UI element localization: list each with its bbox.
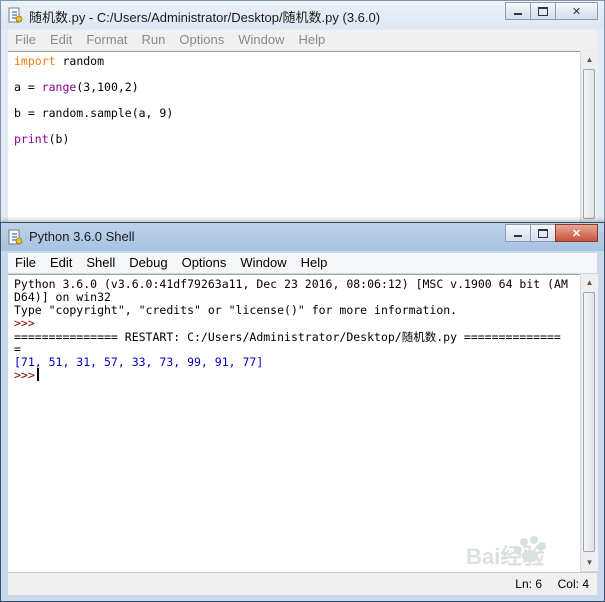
editor-window: 随机数.py - C:/Users/Administrator/Desktop/… [0,0,605,240]
shell-prompt: >>> [14,368,35,382]
code-text: (3,100,2) [76,80,139,94]
code-line: print(b) [14,132,69,146]
shell-titlebar[interactable]: Python 3.6.0 Shell ✕ [1,223,604,251]
menu-options[interactable]: Options [172,30,231,50]
editor-code-area[interactable]: import random a = range(3,100,2) b = ran… [8,51,580,240]
shell-output-area[interactable]: Python 3.6.0 (v3.6.0:41df79263a11, Dec 2… [8,274,580,572]
builtin-print: print [14,132,49,146]
menu-run[interactable]: Run [135,30,173,50]
code-text: random [55,54,105,68]
maximize-icon [538,228,548,238]
shell-scrollbar[interactable]: ▲ ▼ [580,274,598,571]
restart-line: =============== RESTART: C:/Users/Admini… [14,330,561,344]
menu-help[interactable]: Help [294,253,335,273]
python-shell-icon [8,229,23,245]
input-line[interactable]: >>> [14,368,39,382]
shell-window-controls: ✕ [505,224,598,242]
banner-line: Type "copyright", "credits" or "license(… [14,303,458,317]
shell-prompt: >>> [14,316,35,330]
menu-window[interactable]: Window [231,30,291,50]
menu-edit[interactable]: Edit [43,253,79,273]
shell-menubar: File Edit Shell Debug Options Window Hel… [8,253,597,273]
scroll-up-icon[interactable]: ▲ [581,51,598,68]
menu-help[interactable]: Help [291,30,332,50]
baidu-watermark-logo: Bai经验 [466,536,546,569]
menu-edit[interactable]: Edit [43,30,79,50]
program-output: [71, 51, 31, 57, 33, 73, 99, 91, 77] [14,355,264,369]
menu-format[interactable]: Format [79,30,134,50]
menu-shell[interactable]: Shell [79,253,122,273]
editor-window-controls: ✕ [505,2,598,20]
menu-window[interactable]: Window [233,253,293,273]
maximize-button[interactable] [530,224,556,242]
editor-title: 随机数.py - C:/Users/Administrator/Desktop/… [29,10,381,25]
code-line: b = random.sample(a, 9) [14,106,173,120]
minimize-button[interactable] [505,224,531,242]
close-icon: ✕ [571,5,582,18]
minimize-icon [514,13,522,15]
code-line: a = range(3,100,2) [14,80,139,94]
scroll-up-icon[interactable]: ▲ [581,274,598,291]
builtin-range: range [41,80,77,94]
menu-file[interactable]: File [8,253,43,273]
restart-line: = [14,342,21,356]
maximize-icon [538,6,548,16]
close-icon: ✕ [571,227,582,240]
code-line: import random [14,54,104,68]
close-button[interactable]: ✕ [555,224,598,242]
banner-line: Python 3.6.0 (v3.6.0:41df79263a11, Dec 2… [14,277,568,291]
minimize-icon [514,235,522,237]
keyword-import: import [14,54,56,68]
menu-debug[interactable]: Debug [122,253,174,273]
editor-menubar: File Edit Format Run Options Window Help [8,30,597,50]
close-button[interactable]: ✕ [555,2,598,20]
editor-titlebar[interactable]: 随机数.py - C:/Users/Administrator/Desktop/… [1,1,604,29]
text-cursor [36,368,39,381]
menu-file[interactable]: File [8,30,43,50]
python-file-icon [8,7,23,23]
svg-text:Bai经验: Bai经验 [466,544,544,569]
scroll-thumb[interactable] [583,69,595,219]
scroll-thumb[interactable] [583,292,595,552]
shell-title: Python 3.6.0 Shell [29,229,135,244]
code-text: (b) [48,132,70,146]
maximize-button[interactable] [530,2,556,20]
code-text: a = [14,80,42,94]
editor-scrollbar[interactable]: ▲ [580,51,598,239]
banner-line: D64)] on win32 [14,290,111,304]
minimize-button[interactable] [505,2,531,20]
menu-options[interactable]: Options [175,253,234,273]
code-text: b = random.sample(a, 9) [14,106,174,120]
